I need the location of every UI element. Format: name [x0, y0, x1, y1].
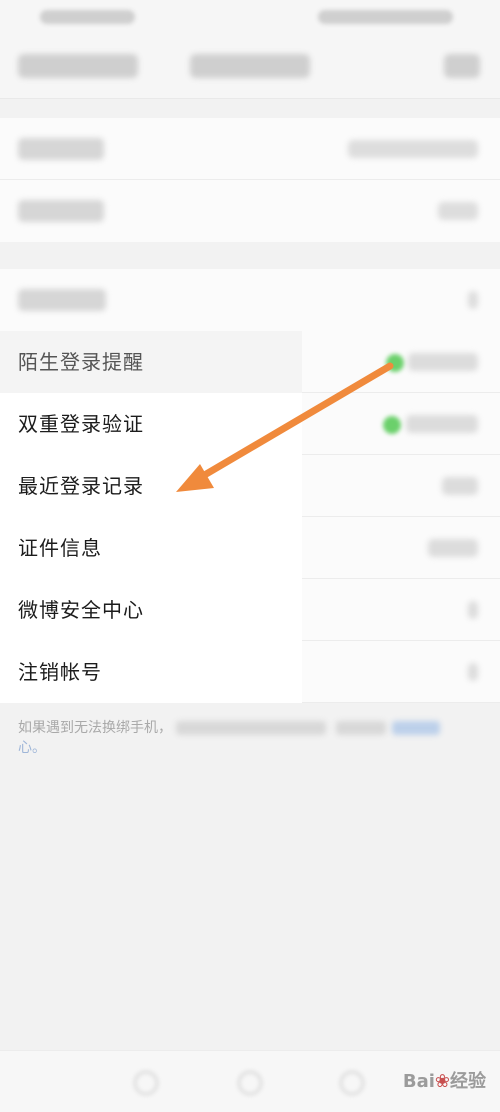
- row-value-blur: [438, 202, 478, 220]
- menu-item-label: 注销帐号: [18, 660, 102, 684]
- bottom-icon-center[interactable]: [238, 1071, 262, 1095]
- row-value-blur: [428, 539, 478, 557]
- bottom-icon-left[interactable]: [134, 1071, 158, 1095]
- footnote-text: 如果遇到无法换绑手机，: [18, 720, 172, 736]
- row-label-blur: [18, 289, 106, 311]
- menu-item-label: 陌生登录提醒: [18, 350, 144, 374]
- chevron-right-icon: [468, 601, 478, 619]
- toggle-switch[interactable]: [383, 416, 401, 434]
- footnote-blur: [336, 721, 386, 735]
- row-label-blur: [18, 200, 104, 222]
- back-button[interactable]: [18, 54, 138, 78]
- menu-item-label: 双重登录验证: [18, 412, 144, 436]
- baidu-paw-icon: ❀: [434, 1071, 450, 1092]
- security-menu: 陌生登录提醒 双重登录验证 最近登录记录 证件信息 微博安全中心 注销帐号: [0, 331, 500, 703]
- security-header-row[interactable]: [0, 269, 500, 331]
- row-value-blur: [348, 140, 478, 158]
- watermark-text: Bai: [402, 1071, 435, 1092]
- account-group: [0, 118, 500, 242]
- password-row[interactable]: [0, 180, 500, 242]
- menu-item-deactivate-account[interactable]: 注销帐号: [0, 641, 500, 703]
- menu-item-stranger-login-alert[interactable]: 陌生登录提醒: [0, 331, 500, 393]
- footnote-blur: [176, 721, 326, 735]
- row-value-blur: [408, 353, 478, 371]
- nav-bar: [0, 36, 500, 99]
- security-group-header: [0, 269, 500, 331]
- chevron-right-icon: [468, 663, 478, 681]
- menu-item-label: 证件信息: [18, 536, 102, 560]
- security-center-link[interactable]: [392, 721, 440, 735]
- status-bar: [0, 0, 500, 36]
- status-battery-blur: [318, 10, 453, 24]
- chevron-right-icon: [468, 291, 478, 309]
- bottom-icon-right[interactable]: [340, 1071, 364, 1095]
- menu-item-label: 最近登录记录: [18, 474, 144, 498]
- menu-item-two-step-verification[interactable]: 双重登录验证: [0, 393, 500, 455]
- row-value-blur: [442, 477, 478, 495]
- menu-item-id-info[interactable]: 证件信息: [0, 517, 500, 579]
- page-title: [190, 54, 310, 78]
- watermark: Bai❀经验: [403, 1067, 486, 1093]
- row-label-blur: [18, 138, 104, 160]
- row-value-blur: [406, 415, 478, 433]
- menu-item-label: 微博安全中心: [18, 598, 144, 622]
- more-button[interactable]: [444, 54, 480, 78]
- status-carrier-blur: [40, 10, 135, 24]
- help-footnote: 如果遇到无法换绑手机， 心。: [18, 718, 478, 758]
- bound-phone-row[interactable]: [0, 118, 500, 180]
- watermark-suffix: 经验: [450, 1071, 486, 1092]
- menu-item-recent-login-records[interactable]: 最近登录记录: [0, 455, 500, 517]
- footnote-tail: 心。: [18, 740, 46, 756]
- toggle-switch[interactable]: [386, 354, 404, 372]
- menu-item-weibo-security-center[interactable]: 微博安全中心: [0, 579, 500, 641]
